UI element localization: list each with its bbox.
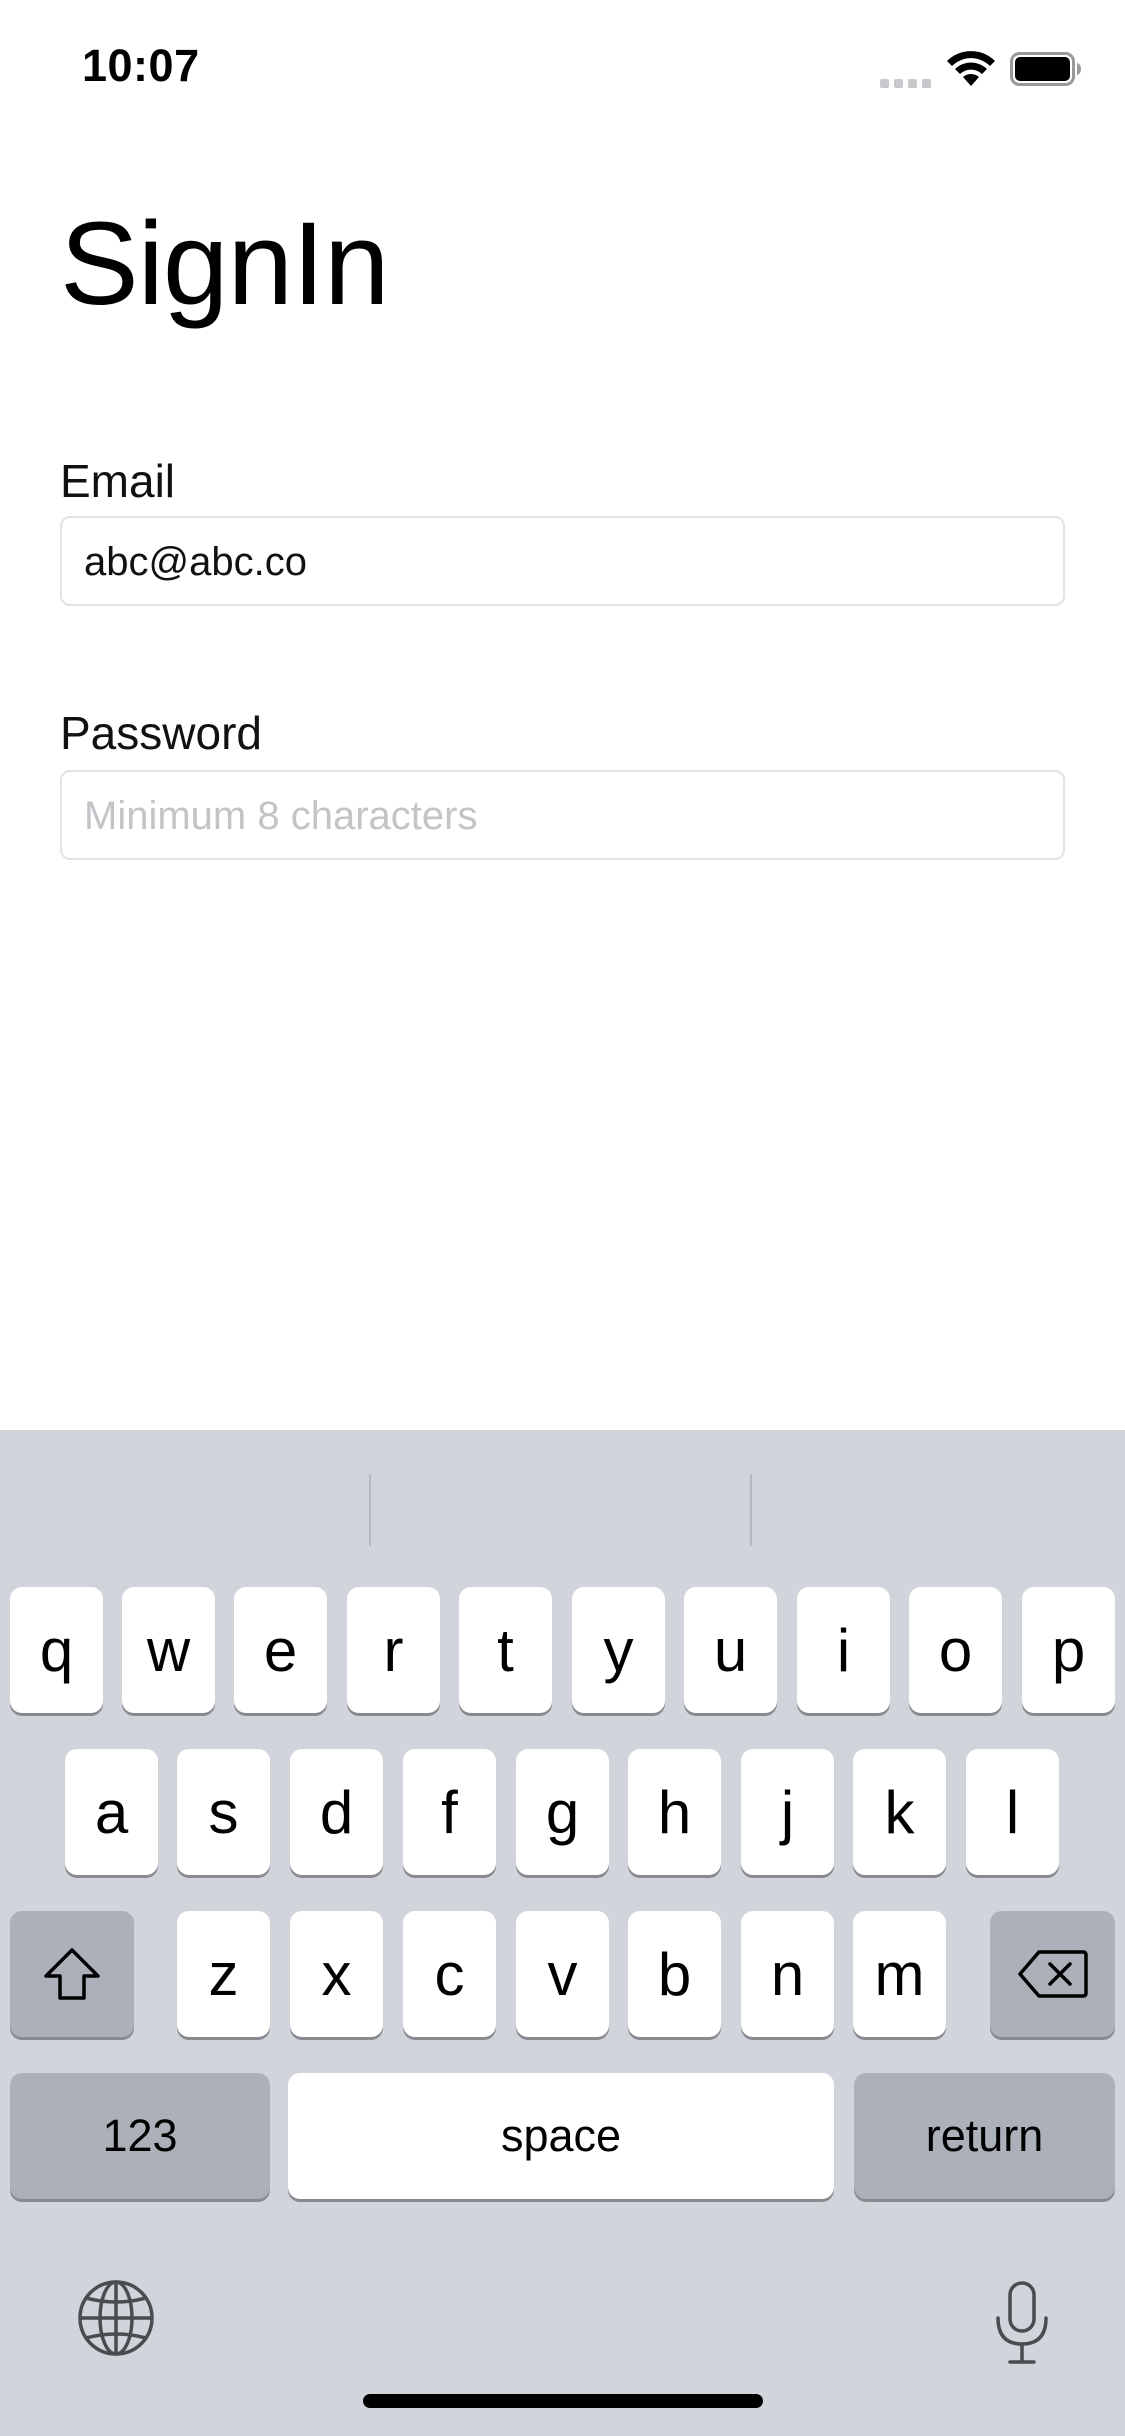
key-y[interactable]: y <box>572 1587 665 1713</box>
key-o[interactable]: o <box>909 1587 1002 1713</box>
key-i[interactable]: i <box>797 1587 890 1713</box>
password-label: Password <box>60 707 262 759</box>
key-a[interactable]: a <box>65 1749 158 1875</box>
signal-icon <box>880 74 932 88</box>
key-b[interactable]: b <box>628 1911 721 2037</box>
space-key[interactable]: space <box>288 2073 834 2199</box>
delete-icon <box>1017 1950 1088 1998</box>
email-field[interactable]: abc@abc.co <box>60 516 1065 606</box>
key-r[interactable]: r <box>347 1587 440 1713</box>
home-indicator[interactable] <box>363 2394 763 2408</box>
email-label: Email <box>60 455 176 507</box>
shift-key[interactable] <box>10 1911 134 2037</box>
key-m[interactable]: m <box>853 1911 946 2037</box>
status-time: 10:07 <box>82 40 200 91</box>
key-j[interactable]: j <box>741 1749 834 1875</box>
return-key[interactable]: return <box>854 2073 1115 2199</box>
page-title: SignIn <box>60 198 390 330</box>
delete-key[interactable] <box>990 1911 1115 2037</box>
key-d[interactable]: d <box>290 1749 383 1875</box>
key-v[interactable]: v <box>516 1911 609 2037</box>
key-l[interactable]: l <box>966 1749 1059 1875</box>
battery-icon <box>1010 52 1081 86</box>
numbers-key[interactable]: 123 <box>10 2073 270 2199</box>
key-s[interactable]: s <box>177 1749 270 1875</box>
wifi-icon <box>947 51 995 86</box>
key-t[interactable]: t <box>459 1587 552 1713</box>
key-q[interactable]: q <box>10 1587 103 1713</box>
key-f[interactable]: f <box>403 1749 496 1875</box>
key-x[interactable]: x <box>290 1911 383 2037</box>
microphone-icon[interactable] <box>992 2280 1052 2366</box>
key-g[interactable]: g <box>516 1749 609 1875</box>
key-z[interactable]: z <box>177 1911 270 2037</box>
password-field[interactable]: Minimum 8 characters <box>60 770 1065 860</box>
key-w[interactable]: w <box>122 1587 215 1713</box>
key-h[interactable]: h <box>628 1749 721 1875</box>
email-value: abc@abc.co <box>84 540 307 584</box>
password-placeholder: Minimum 8 characters <box>84 794 478 838</box>
suggestion-divider <box>369 1474 371 1546</box>
globe-icon[interactable] <box>76 2278 156 2358</box>
key-c[interactable]: c <box>403 1911 496 2037</box>
shift-icon <box>44 1948 100 2000</box>
status-bar: 10:07 <box>0 0 1125 135</box>
key-u[interactable]: u <box>684 1587 777 1713</box>
key-e[interactable]: e <box>234 1587 327 1713</box>
key-n[interactable]: n <box>741 1911 834 2037</box>
key-k[interactable]: k <box>853 1749 946 1875</box>
key-p[interactable]: p <box>1022 1587 1115 1713</box>
suggestion-divider <box>750 1474 752 1546</box>
